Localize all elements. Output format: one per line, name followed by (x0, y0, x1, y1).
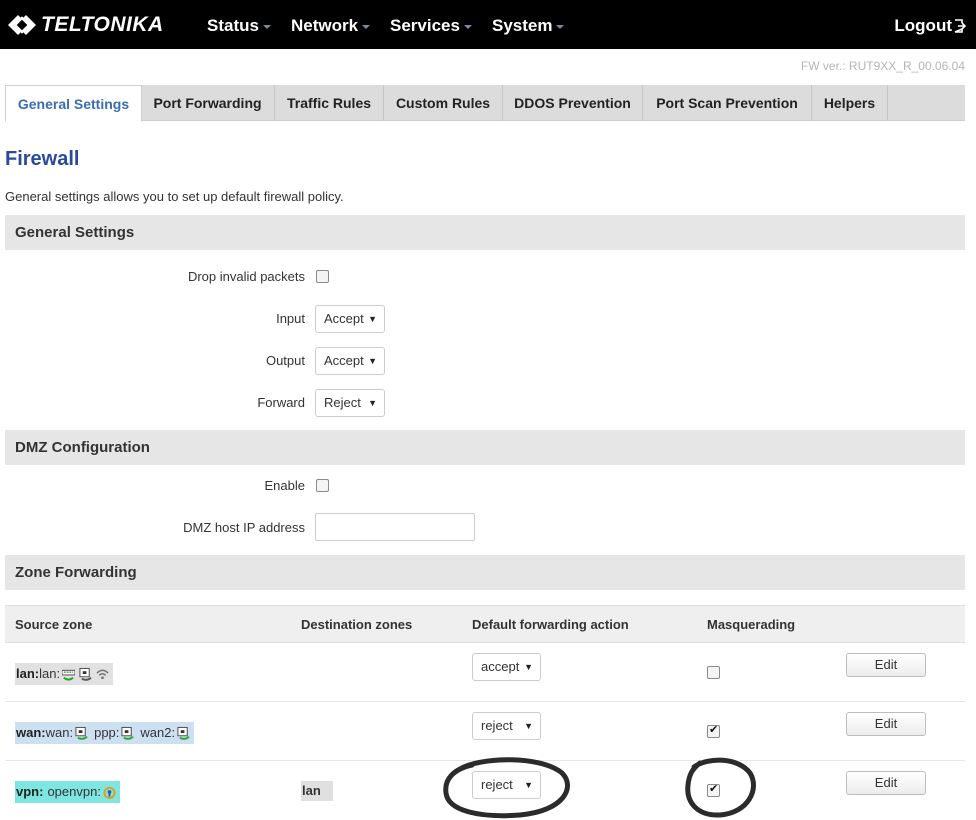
dmz-enable-checkbox[interactable] (316, 479, 329, 492)
forwarding-action-value: reject (481, 777, 513, 792)
nav-status-label: Status (207, 16, 259, 35)
zone-name: wan: (16, 725, 46, 740)
nav-network-label: Network (291, 16, 359, 35)
page-title: Firewall (5, 148, 80, 170)
dropdown-arrow-icon: ▼ (368, 314, 377, 324)
masquerading-checkbox[interactable] (707, 723, 720, 738)
wifi-icon (96, 669, 109, 680)
edit-button[interactable]: Edit (846, 653, 926, 677)
ethernet-icon (177, 726, 190, 740)
output-policy-value: Accept (324, 353, 364, 368)
teltonika-logo-icon (8, 15, 36, 35)
logout-button[interactable]: Logout (894, 16, 966, 36)
source-zone-lan: lan: lan: (15, 663, 114, 685)
forwarding-action-value: reject (481, 718, 513, 733)
general-settings-heading: General Settings (5, 215, 965, 250)
col-default-action: Default forwarding action (472, 617, 629, 632)
firmware-version: FW ver.: RUT9XX_R_00.06.04 (800, 59, 965, 73)
col-destination-zones: Destination zones (301, 617, 413, 632)
input-policy-select[interactable]: Accept ▼ (315, 305, 385, 333)
network-name: wan: (45, 725, 74, 740)
nav-services[interactable]: Services (390, 16, 472, 36)
zone-table-header: Source zone Destination zones Default fo… (5, 605, 965, 643)
dmz-configuration-heading: DMZ Configuration (5, 430, 965, 465)
firewall-tabs: General Settings Port Forwarding Traffic… (5, 85, 965, 122)
zone-name: lan: (16, 666, 40, 681)
masquerading-checkbox[interactable] (707, 782, 720, 797)
nav-services-label: Services (390, 16, 460, 35)
network-name: ppp: (94, 725, 120, 740)
tab-port-forwarding[interactable]: Port Forwarding (141, 85, 275, 121)
dropdown-arrow-icon: ▼ (368, 398, 377, 408)
dropdown-arrow-icon: ▼ (368, 356, 377, 366)
tab-general-settings[interactable]: General Settings (5, 85, 142, 122)
network-name: lan: (39, 666, 61, 681)
dropdown-arrow-icon: ▼ (524, 721, 533, 731)
network-name: wan2: (140, 725, 176, 740)
input-policy-label: Input (276, 311, 305, 326)
destination-zone-lan: lan (301, 781, 333, 801)
chevron-down-icon (463, 24, 472, 29)
forwarding-action-select[interactable]: reject ▼ (472, 712, 541, 740)
ethernet-icon (121, 726, 135, 740)
forwarding-action-select[interactable]: reject ▼ (472, 771, 541, 799)
table-row: lan: lan: accept ▼ Edit (5, 643, 965, 702)
forward-policy-value: Reject (324, 395, 361, 410)
col-masquerading: Masquerading (707, 617, 796, 632)
masquerading-checkbox[interactable] (707, 666, 720, 679)
ethernet-icon (79, 667, 92, 681)
chevron-down-icon (262, 24, 271, 29)
dropdown-arrow-icon: ▼ (524, 662, 533, 672)
edit-button[interactable]: Edit (846, 771, 926, 795)
forwarding-action-select[interactable]: accept ▼ (472, 653, 541, 681)
forward-policy-label: Forward (257, 395, 305, 410)
forward-policy-select[interactable]: Reject ▼ (315, 389, 385, 417)
tab-ddos-prevention[interactable]: DDOS Prevention (503, 85, 643, 121)
table-row: wan: wan: ppp: wan2: reject ▼ Edit (5, 702, 965, 761)
logout-label: Logout (894, 16, 952, 35)
zone-forwarding-heading: Zone Forwarding (5, 555, 965, 590)
dmz-host-ip-input[interactable] (315, 513, 475, 541)
edit-button[interactable]: Edit (846, 712, 926, 736)
vpn-icon (103, 786, 116, 799)
network-name: openvpn: (47, 784, 101, 799)
chevron-down-icon (362, 24, 371, 29)
source-zone-wan: wan: wan: ppp: wan2: (15, 722, 195, 744)
chevron-down-icon (556, 24, 565, 29)
output-policy-select[interactable]: Accept ▼ (315, 347, 385, 375)
source-zone-vpn: vpn: openvpn: (15, 781, 120, 803)
table-row: vpn: openvpn: lan reject ▼ Edit (5, 761, 965, 820)
nav-system-label: System (492, 16, 553, 35)
dmz-enable-label: Enable (264, 478, 305, 493)
zone-name: vpn: (16, 784, 44, 799)
dmz-host-label: DMZ host IP address (183, 520, 305, 535)
logout-icon (954, 19, 966, 33)
switch-icon (62, 669, 76, 681)
tab-custom-rules[interactable]: Custom Rules (384, 85, 503, 121)
forwarding-action-value: accept (481, 659, 520, 674)
drop-invalid-label: Drop invalid packets (187, 269, 305, 284)
tab-traffic-rules[interactable]: Traffic Rules (275, 85, 384, 121)
page-description: General settings allows you to set up de… (5, 189, 344, 204)
tab-port-scan-prevention[interactable]: Port Scan Prevention (643, 85, 812, 121)
drop-invalid-checkbox[interactable] (316, 270, 329, 283)
dropdown-arrow-icon: ▼ (524, 780, 533, 790)
teltonika-logo[interactable]: TELTONIKA (5, 10, 164, 40)
col-source-zone: Source zone (15, 617, 93, 632)
tab-helpers[interactable]: Helpers (812, 85, 888, 121)
output-policy-label: Output (265, 353, 305, 368)
nav-network[interactable]: Network (291, 16, 371, 36)
brand-name: TELTONIKA (41, 13, 164, 36)
input-policy-value: Accept (324, 311, 364, 326)
top-navbar: TELTONIKA Status Network Services System… (0, 0, 976, 49)
nav-status[interactable]: Status (207, 16, 271, 36)
nav-system[interactable]: System (492, 16, 565, 36)
ethernet-icon (75, 726, 88, 740)
